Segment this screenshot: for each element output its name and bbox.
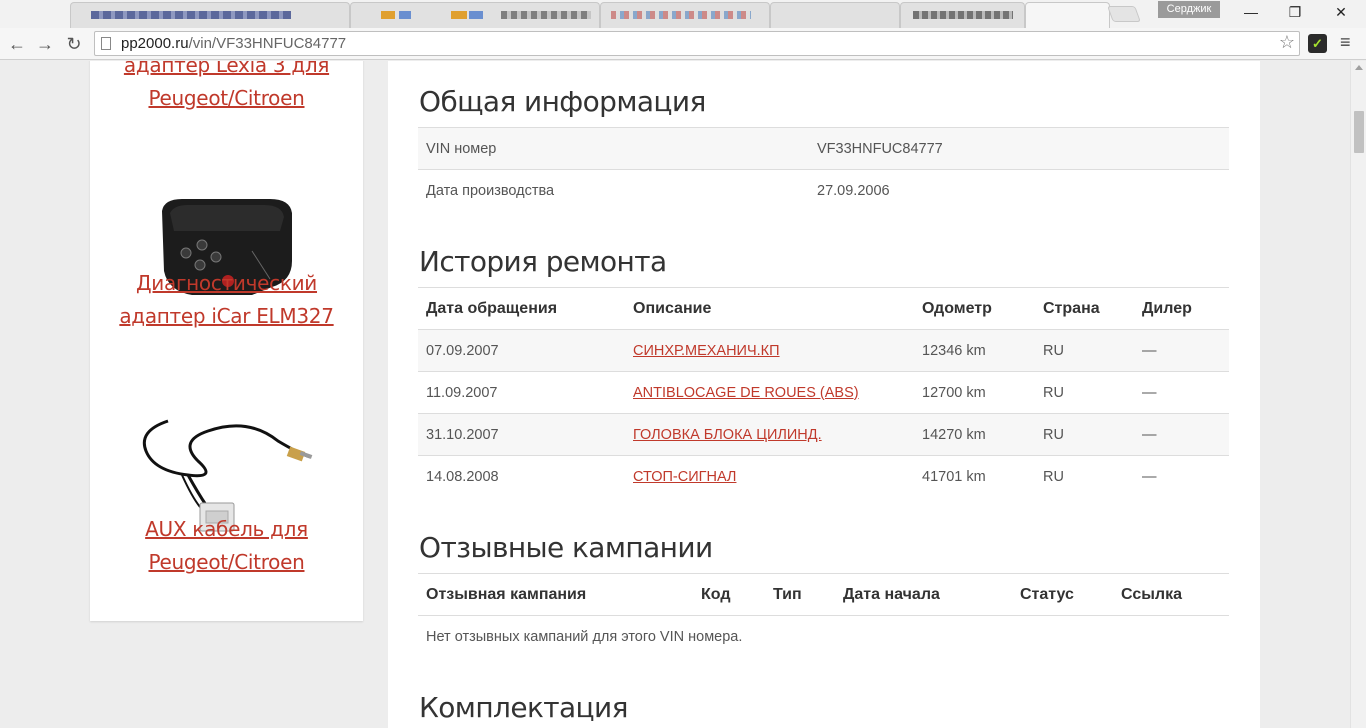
repair-dealer: — [1134, 413, 1229, 456]
col-start-date: Дата начала [835, 573, 1012, 616]
table-row: 07.09.2007 СИНХР.МЕХАНИЧ.КП 12346 km RU … [418, 329, 1229, 372]
table-header-row: Дата обращения Описание Одометр Страна Д… [418, 287, 1229, 330]
repair-country: RU [1035, 329, 1134, 372]
col-link: Ссылка [1113, 573, 1229, 616]
url-host: pp2000.ru [121, 35, 189, 52]
main-content: Общая информация VIN номер VF33HNFUC8477… [388, 61, 1260, 728]
repair-date: 07.09.2007 [418, 329, 625, 372]
repair-country: RU [1035, 413, 1134, 456]
browser-tab[interactable] [770, 2, 900, 28]
scroll-thumb[interactable] [1354, 111, 1364, 153]
restore-icon[interactable]: ❐ [1272, 0, 1318, 24]
repair-dealer: — [1134, 371, 1229, 414]
production-date-value: 27.09.2006 [809, 169, 1229, 212]
col-odometer: Одометр [914, 287, 1035, 330]
profile-badge[interactable]: Серджик [1158, 1, 1220, 18]
product-link-lexia[interactable]: адаптер Lexia 3 для Peugeot/Citroen [90, 61, 363, 115]
repair-odometer: 14270 km [914, 413, 1035, 456]
table-row: 31.10.2007 ГОЛОВКА БЛОКА ЦИЛИНД. 14270 k… [418, 413, 1229, 456]
repair-history-title: История ремонта [419, 245, 667, 278]
col-code: Код [693, 573, 765, 616]
reload-icon[interactable]: ↻ [62, 32, 86, 56]
table-row: VIN номер VF33HNFUC84777 [418, 127, 1229, 170]
page-viewport: адаптер Lexia 3 для Peugeot/Citroen Диаг… [0, 61, 1350, 728]
vin-value: VF33HNFUC84777 [809, 127, 1229, 170]
col-dealer: Дилер [1134, 287, 1229, 330]
recalls-table: Отзывная кампания Код Тип Дата начала Ст… [418, 573, 1229, 658]
url-path: /vin/VF33HNFUC84777 [188, 35, 347, 52]
sidebar: адаптер Lexia 3 для Peugeot/Citroen Диаг… [90, 61, 363, 621]
col-campaign: Отзывная кампания [418, 573, 693, 616]
col-status: Статус [1012, 573, 1113, 616]
repair-desc-link[interactable]: СИНХР.МЕХАНИЧ.КП [633, 343, 780, 359]
col-date: Дата обращения [418, 287, 625, 330]
new-tab-button[interactable] [1107, 6, 1141, 22]
browser-tab[interactable] [900, 2, 1025, 28]
browser-toolbar: ← → ↻ pp2000.ru/vin/VF33HNFUC84777 ☆ ✓ ≡ [0, 28, 1366, 60]
address-bar[interactable]: pp2000.ru/vin/VF33HNFUC84777 ☆ [94, 31, 1300, 56]
browser-tab[interactable] [70, 2, 350, 28]
production-date-label: Дата производства [418, 169, 809, 212]
equipment-title: Комплектация [419, 691, 628, 724]
repair-desc-link[interactable]: ANTIBLOCAGE DE ROUES (ABS) [633, 385, 859, 401]
repair-dealer: — [1134, 455, 1229, 498]
col-description: Описание [625, 287, 914, 330]
browser-tab[interactable] [350, 2, 600, 28]
repair-country: RU [1035, 455, 1134, 498]
repair-country: RU [1035, 371, 1134, 414]
bookmark-star-icon[interactable]: ☆ [1279, 32, 1295, 53]
menu-icon[interactable]: ≡ [1340, 32, 1351, 53]
page-icon [101, 37, 111, 50]
vertical-scrollbar[interactable] [1350, 61, 1366, 728]
repair-odometer: 41701 km [914, 455, 1035, 498]
close-icon[interactable]: ✕ [1318, 0, 1364, 24]
scroll-up-icon[interactable] [1355, 65, 1363, 70]
repair-desc-link[interactable]: СТОП-СИГНАЛ [633, 469, 736, 485]
repair-date: 14.08.2008 [418, 455, 625, 498]
product-link-aux[interactable]: AUX кабель для Peugeot/Citroen [90, 513, 363, 579]
table-row: 11.09.2007 ANTIBLOCAGE DE ROUES (ABS) 12… [418, 371, 1229, 414]
browser-tab-active[interactable] [1025, 2, 1110, 28]
general-info-title: Общая информация [419, 85, 706, 118]
repair-odometer: 12346 km [914, 329, 1035, 372]
recalls-title: Отзывные кампании [419, 531, 713, 564]
vin-label: VIN номер [418, 127, 809, 170]
no-recalls-text: Нет отзывных кампаний для этого VIN номе… [426, 628, 743, 645]
back-arrow-icon[interactable]: ← [5, 32, 29, 56]
browser-tab[interactable] [600, 2, 770, 28]
forward-arrow-icon[interactable]: → [33, 32, 57, 56]
table-header-row: Отзывная кампания Код Тип Дата начала Ст… [418, 573, 1229, 616]
minimize-icon[interactable]: — [1228, 0, 1274, 24]
col-type: Тип [765, 573, 835, 616]
tab-strip: Серджик — ❐ ✕ [0, 0, 1366, 28]
general-info-table: VIN номер VF33HNFUC84777 Дата производст… [418, 127, 1229, 212]
repair-odometer: 12700 km [914, 371, 1035, 414]
col-country: Страна [1035, 287, 1134, 330]
repair-desc-link[interactable]: ГОЛОВКА БЛОКА ЦИЛИНД. [633, 427, 822, 443]
url-text[interactable]: pp2000.ru/vin/VF33HNFUC84777 [121, 35, 346, 52]
repair-history-table: Дата обращения Описание Одометр Страна Д… [418, 287, 1229, 498]
table-row: Дата производства 27.09.2006 [418, 169, 1229, 212]
repair-date: 11.09.2007 [418, 371, 625, 414]
product-link-elm327[interactable]: Диагностический адаптер iCar ELM327 [90, 267, 363, 333]
repair-date: 31.10.2007 [418, 413, 625, 456]
extension-check-icon[interactable]: ✓ [1308, 34, 1327, 53]
repair-dealer: — [1134, 329, 1229, 372]
table-row: 14.08.2008 СТОП-СИГНАЛ 41701 km RU — [418, 455, 1229, 498]
table-row: Нет отзывных кампаний для этого VIN номе… [418, 616, 1229, 658]
